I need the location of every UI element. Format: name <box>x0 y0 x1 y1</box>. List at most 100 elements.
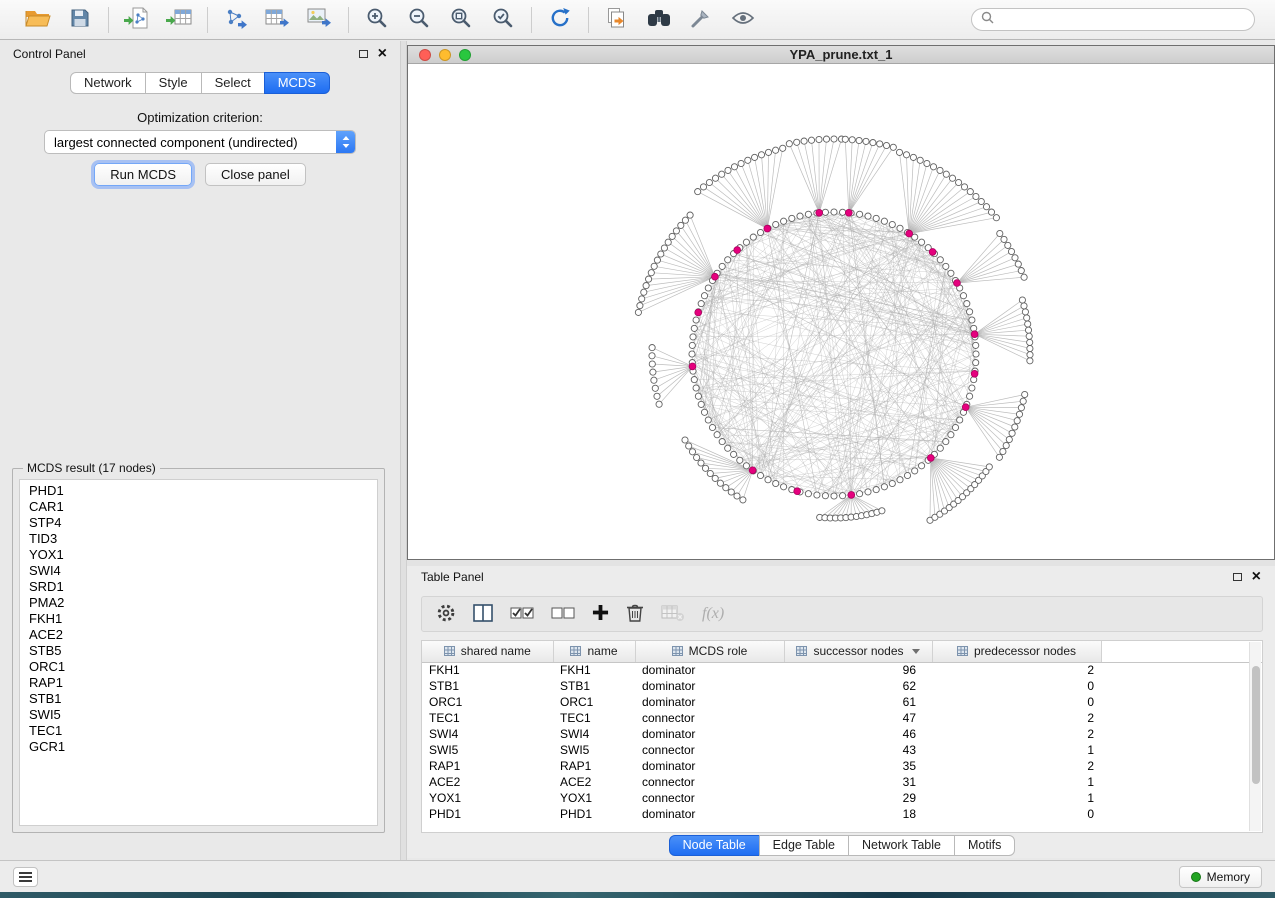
network-node[interactable] <box>943 263 949 269</box>
function-builder-button[interactable]: f(x) <box>702 605 724 623</box>
network-node[interactable] <box>1025 321 1031 327</box>
network-node[interactable] <box>967 393 973 399</box>
network-node[interactable] <box>652 385 658 391</box>
table-cell-role[interactable]: connector <box>635 774 784 790</box>
table-settings-button[interactable] <box>436 603 456 626</box>
network-node[interactable] <box>956 179 962 185</box>
table-cell-name[interactable]: PHD1 <box>553 806 635 822</box>
network-node[interactable] <box>814 492 820 498</box>
network-node[interactable] <box>694 454 700 460</box>
select-all-button[interactable] <box>510 605 534 624</box>
show-hide-button[interactable] <box>727 5 759 35</box>
mcds-node-item[interactable]: SRD1 <box>29 579 368 595</box>
scrollbar-thumb[interactable] <box>1252 666 1260 784</box>
network-node[interactable] <box>917 157 923 163</box>
mcds-hub-node[interactable] <box>929 249 936 256</box>
network-node[interactable] <box>937 257 943 263</box>
mcds-hub-node[interactable] <box>962 404 969 411</box>
table-cell-shared_name[interactable]: ACE2 <box>422 774 553 790</box>
export-image-button[interactable] <box>304 5 336 35</box>
network-node[interactable] <box>988 209 994 215</box>
network-node[interactable] <box>973 342 979 348</box>
network-node[interactable] <box>765 477 771 483</box>
apply-style-button[interactable] <box>685 5 717 35</box>
table-row[interactable]: ORC1ORC1dominator610 <box>422 694 1262 710</box>
table-cell-shared_name[interactable]: STB1 <box>422 678 553 694</box>
network-node[interactable] <box>646 276 652 282</box>
network-node[interactable] <box>731 451 737 457</box>
network-node[interactable] <box>695 393 701 399</box>
network-node[interactable] <box>937 445 943 451</box>
table-cell-successors[interactable]: 43 <box>784 742 932 758</box>
network-node[interactable] <box>831 493 837 499</box>
column-header-MCDS-role[interactable]: MCDS role <box>635 641 784 662</box>
export-network-button[interactable] <box>220 5 252 35</box>
network-node[interactable] <box>682 437 688 443</box>
network-node[interactable] <box>961 184 967 190</box>
tab-network-table[interactable]: Network Table <box>848 835 955 856</box>
network-node[interactable] <box>797 213 803 219</box>
mcds-node-item[interactable]: SWI4 <box>29 563 368 579</box>
network-node[interactable] <box>1024 315 1030 321</box>
network-node[interactable] <box>930 164 936 170</box>
network-node[interactable] <box>842 136 848 142</box>
network-node[interactable] <box>857 491 863 497</box>
network-node[interactable] <box>957 417 963 423</box>
mcds-hub-node[interactable] <box>749 467 756 474</box>
network-node[interactable] <box>719 171 725 177</box>
network-node[interactable] <box>881 484 887 490</box>
network-node[interactable] <box>904 472 910 478</box>
table-cell-role[interactable]: dominator <box>635 662 784 678</box>
table-row[interactable]: STB1STB1dominator620 <box>422 678 1262 694</box>
network-node[interactable] <box>840 209 846 215</box>
network-node[interactable] <box>919 239 925 245</box>
network-node[interactable] <box>919 463 925 469</box>
network-node[interactable] <box>781 484 787 490</box>
network-node[interactable] <box>649 345 655 351</box>
network-node[interactable] <box>734 493 740 499</box>
column-header-predecessor-nodes[interactable]: predecessor nodes <box>932 641 1101 662</box>
network-node[interactable] <box>740 497 746 503</box>
export-table-button[interactable] <box>262 5 294 35</box>
network-node[interactable] <box>701 409 707 415</box>
tab-node-table[interactable]: Node Table <box>669 835 760 856</box>
save-session-button[interactable] <box>64 5 96 35</box>
network-node[interactable] <box>758 152 764 158</box>
column-header-name[interactable]: name <box>553 641 635 662</box>
mcds-hub-node[interactable] <box>764 225 771 232</box>
network-node[interactable] <box>993 215 999 221</box>
network-node[interactable] <box>822 493 828 499</box>
network-node[interactable] <box>1020 398 1026 404</box>
network-node[interactable] <box>964 301 970 307</box>
mcds-node-item[interactable]: YOX1 <box>29 547 368 563</box>
network-node[interactable] <box>1012 424 1018 430</box>
mcds-hub-node[interactable] <box>695 309 702 316</box>
network-node[interactable] <box>650 369 656 375</box>
network-node[interactable] <box>757 472 763 478</box>
table-cell-shared_name[interactable]: SWI5 <box>422 742 553 758</box>
network-node[interactable] <box>641 289 647 295</box>
network-node[interactable] <box>700 184 706 190</box>
mcds-node-item[interactable]: ORC1 <box>29 659 368 675</box>
network-node[interactable] <box>689 351 695 357</box>
mcds-hub-node[interactable] <box>971 331 978 338</box>
network-node[interactable] <box>816 136 822 142</box>
mcds-hub-node[interactable] <box>794 488 801 495</box>
table-cell-name[interactable]: FKH1 <box>553 662 635 678</box>
network-node[interactable] <box>877 141 883 147</box>
table-row[interactable]: TEC1TEC1connector472 <box>422 710 1262 726</box>
column-header-successor-nodes[interactable]: successor nodes <box>784 641 932 662</box>
table-cell-predecessors[interactable]: 1 <box>932 774 1101 790</box>
mcds-hub-node[interactable] <box>689 363 696 370</box>
network-node[interactable] <box>637 303 643 309</box>
zoom-selected-button[interactable] <box>487 5 519 35</box>
table-cell-successors[interactable]: 31 <box>784 774 932 790</box>
network-node[interactable] <box>757 229 763 235</box>
float-panel-icon[interactable] <box>1233 573 1242 581</box>
network-node[interactable] <box>870 140 876 146</box>
delete-column-button[interactable] <box>626 603 644 626</box>
mcds-node-item[interactable]: RAP1 <box>29 675 368 691</box>
tab-network[interactable]: Network <box>70 72 146 94</box>
float-panel-icon[interactable] <box>359 50 368 58</box>
network-node[interactable] <box>805 491 811 497</box>
